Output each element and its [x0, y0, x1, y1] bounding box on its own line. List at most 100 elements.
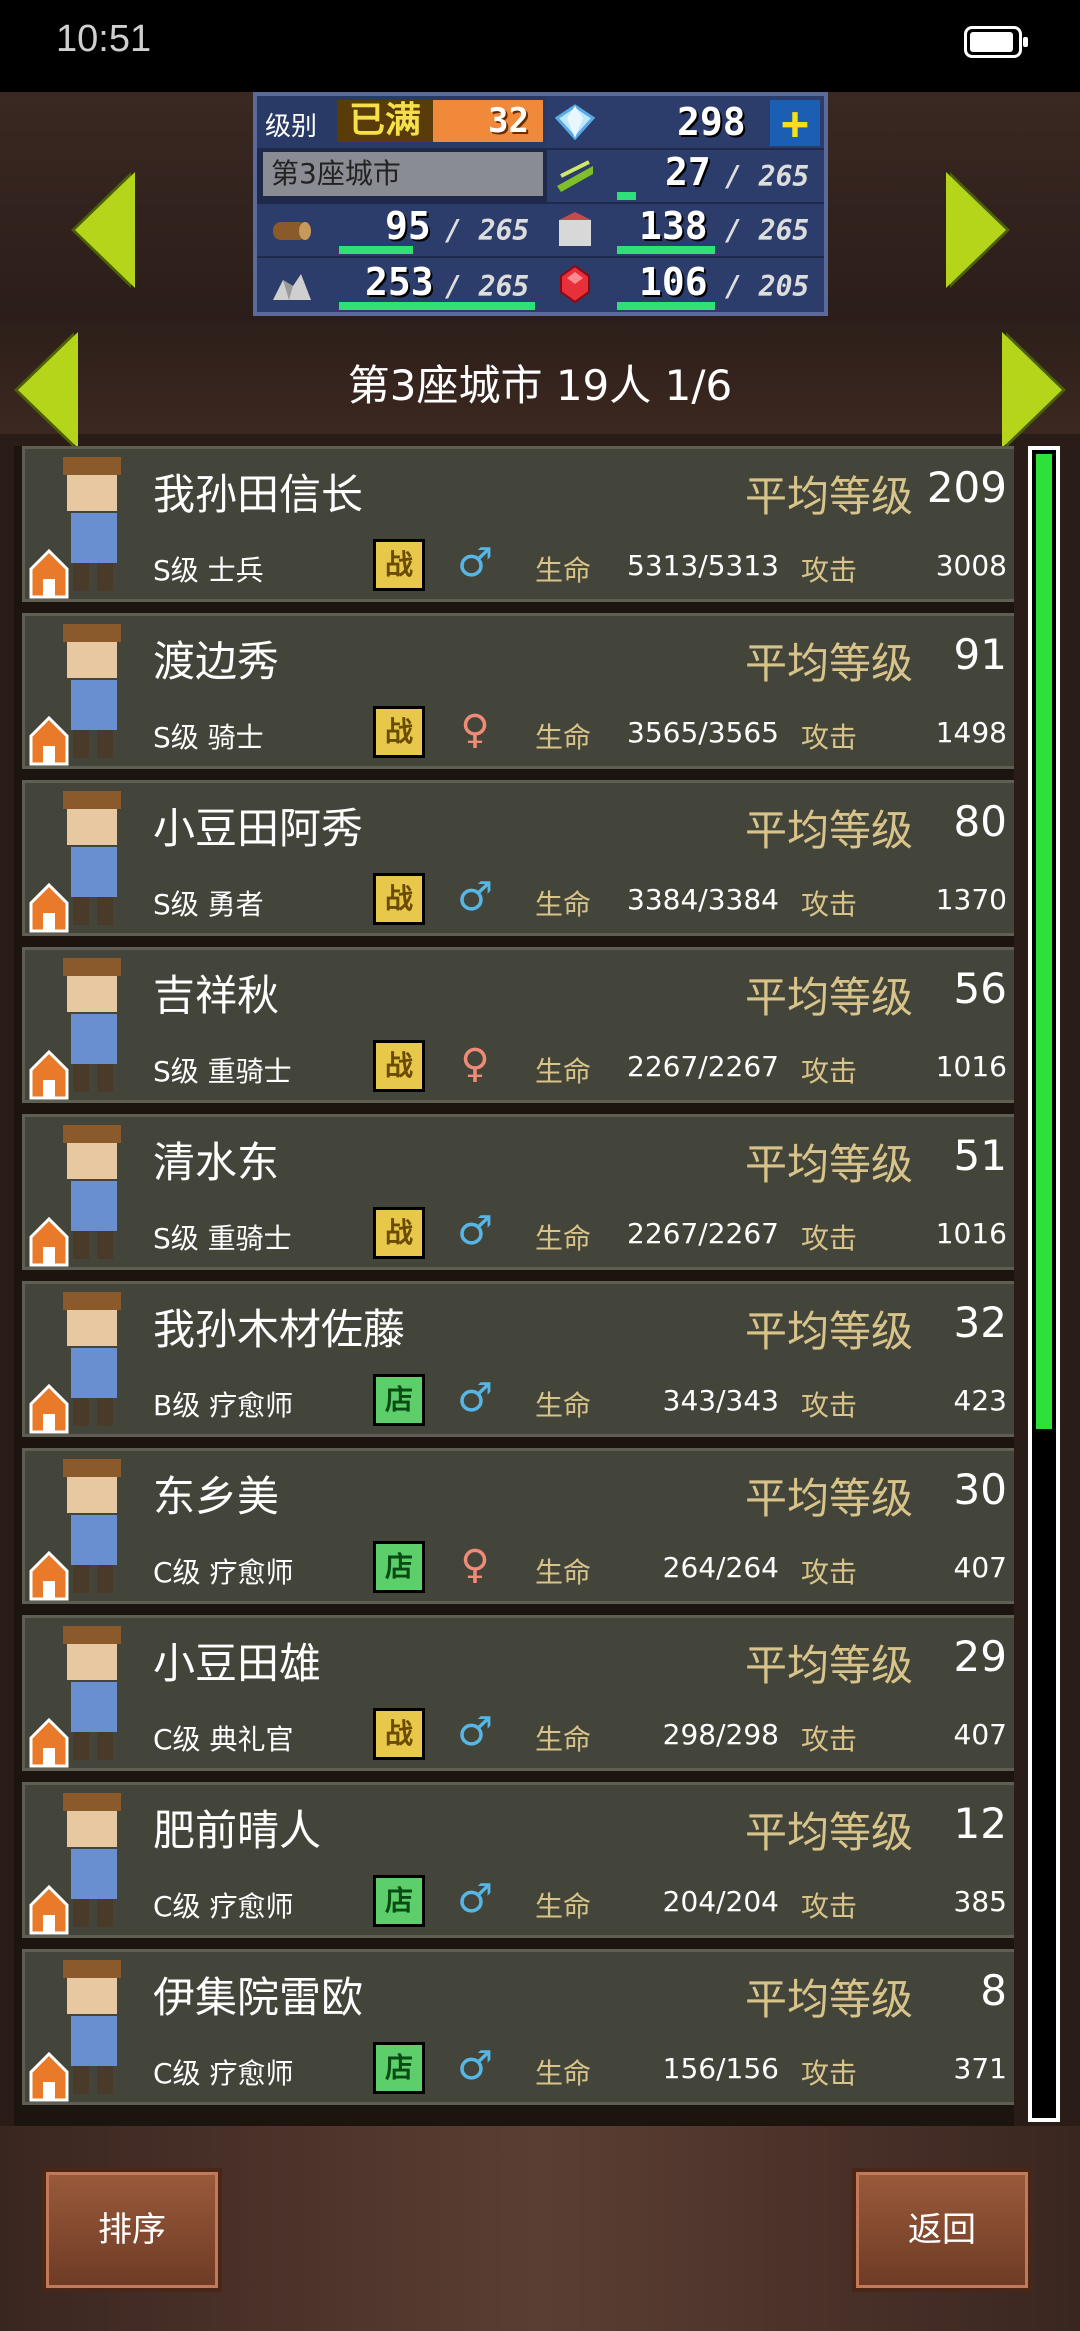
- town-stats-panel: 级别 已满 32 298 + 第3座城市 27 / 265 95 / 265 1…: [253, 92, 828, 316]
- job-badge-icon: 战: [373, 873, 425, 925]
- ruby-icon: [560, 264, 590, 304]
- gems-value: 298: [677, 100, 746, 144]
- job-badge-icon: 店: [373, 2042, 425, 2094]
- ruby-value: 106: [639, 260, 708, 304]
- avg-level-value: 209: [926, 463, 1007, 512]
- food-icon: [557, 160, 593, 192]
- avg-level-label: 平均等级: [745, 1975, 914, 2024]
- resident-class: S级 重骑士: [153, 1055, 292, 1088]
- ruby-max: / 205: [725, 270, 810, 303]
- resident-class: C级 疗愈师: [153, 1556, 294, 1589]
- job-badge-icon: 店: [373, 1875, 425, 1927]
- attack-label: 攻击: [801, 721, 858, 754]
- ore-value: 253: [365, 260, 434, 304]
- resident-card[interactable]: 肥前晴人 平均等级 12 C级 疗愈师 店 ♂ 生命 204/204 攻击 38…: [22, 1782, 1014, 1938]
- city-title-bar: 第3座城市 19人 1/6: [0, 322, 1080, 448]
- character-avatar: [29, 958, 121, 1100]
- back-button[interactable]: 返回: [852, 2168, 1032, 2292]
- character-avatar: [29, 1292, 121, 1434]
- hp-value: 5313/5313: [627, 549, 779, 582]
- scrollbar[interactable]: [1028, 446, 1060, 2122]
- resident-class: S级 勇者: [153, 888, 264, 921]
- resident-class: S级 骑士: [153, 721, 264, 754]
- battery-icon: [964, 26, 1028, 58]
- resident-card[interactable]: 我孙木材佐藤 平均等级 32 B级 疗愈师 店 ♂ 生命 343/343 攻击 …: [22, 1281, 1014, 1437]
- scrollbar-thumb[interactable]: [1036, 454, 1052, 1429]
- bottom-bar: 排序 返回: [0, 2126, 1080, 2331]
- gender-icon: ♂: [457, 540, 493, 586]
- character-avatar: [29, 1626, 121, 1768]
- resident-card[interactable]: 吉祥秋 平均等级 56 S级 重骑士 战 ♀ 生命 2267/2267 攻击 1…: [22, 947, 1014, 1103]
- resident-class: C级 典礼官: [153, 1723, 294, 1756]
- gender-icon: ♀: [460, 1041, 490, 1087]
- attack-label: 攻击: [801, 554, 858, 587]
- avg-level-value: 12: [953, 1799, 1007, 1848]
- resident-card[interactable]: 渡边秀 平均等级 91 S级 骑士 战 ♀ 生命 3565/3565 攻击 14…: [22, 613, 1014, 769]
- hp-value: 298/298: [662, 1718, 779, 1751]
- character-avatar: [29, 1125, 121, 1267]
- avg-level-label: 平均等级: [745, 472, 914, 521]
- level-label: 级别: [265, 112, 318, 142]
- avg-level-value: 51: [953, 1131, 1007, 1180]
- attack-label: 攻击: [801, 1890, 858, 1923]
- sort-button[interactable]: 排序: [42, 2168, 222, 2292]
- prev-city-arrow-icon[interactable]: [75, 172, 135, 288]
- resident-card[interactable]: 清水东 平均等级 51 S级 重骑士 战 ♂ 生命 2267/2267 攻击 1…: [22, 1114, 1014, 1270]
- hp-label: 生命: [535, 888, 592, 921]
- ore-max: / 265: [445, 270, 530, 303]
- hp-label: 生命: [535, 2057, 592, 2090]
- avg-level-label: 平均等级: [745, 1641, 914, 1690]
- merch-value: 138: [639, 204, 708, 248]
- resident-class: C级 疗愈师: [153, 2057, 294, 2090]
- resident-name: 我孙田信长: [153, 471, 364, 518]
- gender-icon: ♂: [457, 1709, 493, 1755]
- clock: 10:51: [56, 18, 152, 60]
- avg-level-value: 8: [980, 1966, 1007, 2015]
- hp-label: 生命: [535, 554, 592, 587]
- resident-class: S级 重骑士: [153, 1222, 292, 1255]
- resident-card[interactable]: 东乡美 平均等级 30 C级 疗愈师 店 ♀ 生命 264/264 攻击 407: [22, 1448, 1014, 1604]
- gender-icon: ♂: [457, 1208, 493, 1254]
- attack-value: 407: [953, 1551, 1007, 1584]
- attack-value: 3008: [935, 549, 1007, 582]
- add-gems-button[interactable]: +: [770, 100, 820, 146]
- resident-card[interactable]: 小豆田雄 平均等级 29 C级 典礼官 战 ♂ 生命 298/298 攻击 40…: [22, 1615, 1014, 1771]
- gender-icon: ♀: [460, 707, 490, 753]
- hp-label: 生命: [535, 1723, 592, 1756]
- job-badge-icon: 战: [373, 1708, 425, 1760]
- job-badge-icon: 战: [373, 539, 425, 591]
- resident-name: 吉祥秋: [153, 972, 280, 1019]
- attack-value: 1498: [935, 716, 1007, 749]
- resident-name: 小豆田阿秀: [153, 805, 364, 852]
- resident-class: C级 疗愈师: [153, 1890, 294, 1923]
- resident-card[interactable]: 我孙田信长 平均等级 209 S级 士兵 战 ♂ 生命 5313/5313 攻击…: [22, 446, 1014, 602]
- attack-value: 1016: [935, 1050, 1007, 1083]
- hp-value: 3565/3565: [627, 716, 779, 749]
- attack-label: 攻击: [801, 1723, 858, 1756]
- hp-value: 156/156: [662, 2052, 779, 2085]
- attack-label: 攻击: [801, 1055, 858, 1088]
- avg-level-value: 56: [953, 964, 1007, 1013]
- level-value: 32: [433, 100, 543, 142]
- hp-label: 生命: [535, 1556, 592, 1589]
- diamond-icon: [554, 104, 596, 141]
- gender-icon: ♂: [457, 1876, 493, 1922]
- gender-icon: ♂: [457, 2043, 493, 2089]
- hp-value: 204/204: [662, 1885, 779, 1918]
- next-page-arrow-icon[interactable]: [1002, 332, 1062, 448]
- attack-value: 385: [953, 1885, 1007, 1918]
- attack-label: 攻击: [801, 888, 858, 921]
- next-city-arrow-icon[interactable]: [946, 172, 1006, 288]
- hp-value: 2267/2267: [627, 1217, 779, 1250]
- resident-list[interactable]: 我孙田信长 平均等级 209 S级 士兵 战 ♂ 生命 5313/5313 攻击…: [14, 446, 1014, 2126]
- hp-value: 3384/3384: [627, 883, 779, 916]
- avg-level-label: 平均等级: [745, 1307, 914, 1356]
- character-avatar: [29, 624, 121, 766]
- attack-label: 攻击: [801, 2057, 858, 2090]
- status-bar: 10:51: [0, 0, 1080, 92]
- resident-card[interactable]: 伊集院雷欧 平均等级 8 C级 疗愈师 店 ♂ 生命 156/156 攻击 37…: [22, 1949, 1014, 2105]
- avg-level-label: 平均等级: [745, 973, 914, 1022]
- character-avatar: [29, 791, 121, 933]
- attack-label: 攻击: [801, 1556, 858, 1589]
- resident-card[interactable]: 小豆田阿秀 平均等级 80 S级 勇者 战 ♂ 生命 3384/3384 攻击 …: [22, 780, 1014, 936]
